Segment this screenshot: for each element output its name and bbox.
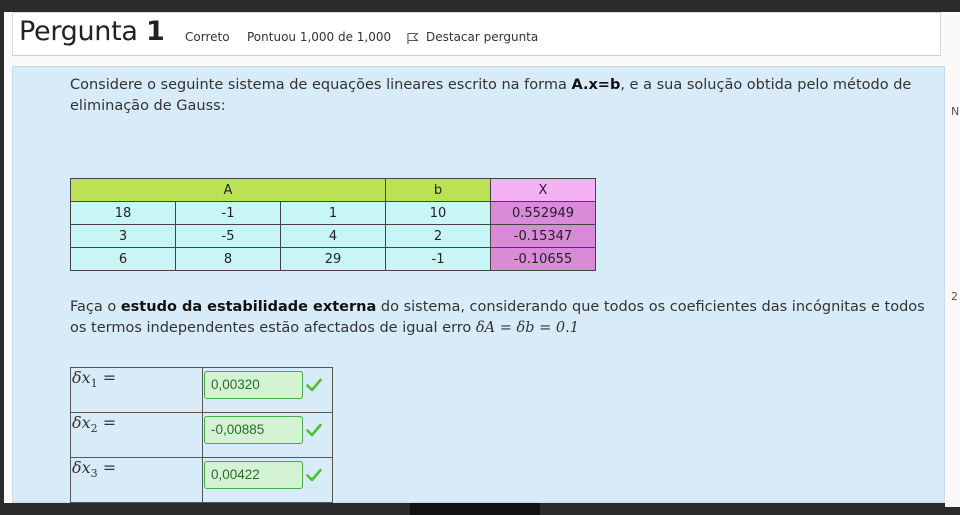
answer-row: δx3 = 0,00422 <box>70 457 333 503</box>
question-info-header: Pergunta 1 Correto Pontuou 1,000 de 1,00… <box>12 12 941 56</box>
system-table: A b X 18 -1 1 10 0.552949 3 -5 4 2 -0.15… <box>70 178 596 271</box>
answer-cell: 0,00320 <box>202 367 333 413</box>
a-cell: -5 <box>175 224 281 248</box>
answer-row: δx1 = 0,00320 <box>70 367 333 413</box>
a-cell: 3 <box>70 224 176 248</box>
intro-bold: A.x=b <box>571 77 621 93</box>
question-label: Pergunta <box>19 16 138 47</box>
table-row: 18 -1 1 10 0.552949 <box>70 201 596 225</box>
question-grade: Pontuou 1,000 de 1,000 <box>247 30 392 44</box>
a-cell: 8 <box>175 247 281 271</box>
table-header-row: A b X <box>70 178 596 202</box>
header-x: X <box>490 178 596 202</box>
question-text: Considere o seguinte sistema de equações… <box>70 75 940 117</box>
a-cell: 4 <box>280 224 386 248</box>
x-cell: -0.15347 <box>490 224 596 248</box>
question-panel: Pergunta 1 Correto Pontuou 1,000 de 1,00… <box>4 12 945 503</box>
b-cell: -1 <box>385 247 491 271</box>
answer-label: δx1 = <box>70 367 203 413</box>
flag-icon[interactable] <box>407 32 419 45</box>
background-bar <box>410 503 540 515</box>
background-window-edge: N 2 <box>945 12 960 507</box>
answer-table: δx1 = 0,00320 δx2 = -0,00885 δx3 = 0,004… <box>70 367 333 503</box>
b-cell: 10 <box>385 201 491 225</box>
answer-input[interactable]: 0,00422 <box>204 461 303 489</box>
answer-input[interactable]: -0,00885 <box>204 416 303 444</box>
instruction-start: Faça o <box>70 299 121 315</box>
question-title: Pergunta 1 <box>19 16 165 47</box>
header-a: A <box>70 178 386 202</box>
table-row: 3 -5 4 2 -0.15347 <box>70 224 596 248</box>
answer-input[interactable]: 0,00320 <box>204 371 303 399</box>
answer-cell: 0,00422 <box>202 457 333 503</box>
b-cell: 2 <box>385 224 491 248</box>
answer-row: δx2 = -0,00885 <box>70 412 333 458</box>
question-number: 1 <box>145 16 165 47</box>
a-cell: 18 <box>70 201 176 225</box>
correct-check-icon <box>306 423 322 437</box>
question-content: Considere o seguinte sistema de equações… <box>12 66 945 503</box>
answer-cell: -0,00885 <box>202 412 333 458</box>
header-b: b <box>385 178 491 202</box>
x-cell: -0.10655 <box>490 247 596 271</box>
background-text-fragment: 2 <box>951 290 958 303</box>
flag-question-link[interactable]: Destacar pergunta <box>426 30 538 44</box>
question-state: Correto <box>185 30 230 44</box>
instruction-text: Faça o estudo da estabilidade externa do… <box>70 297 940 339</box>
answer-label: δx2 = <box>70 412 203 458</box>
correct-check-icon <box>306 468 322 482</box>
x-cell: 0.552949 <box>490 201 596 225</box>
table-row: 6 8 29 -1 -0.10655 <box>70 247 596 271</box>
error-formula: δA = δb = 0.1 <box>475 320 579 336</box>
a-cell: 1 <box>280 201 386 225</box>
correct-check-icon <box>306 378 322 392</box>
instruction-bold: estudo da estabilidade externa <box>120 299 377 315</box>
answer-label: δx3 = <box>70 457 203 503</box>
background-text-fragment: N <box>951 105 960 118</box>
a-cell: -1 <box>175 201 281 225</box>
a-cell: 6 <box>70 247 176 271</box>
a-cell: 29 <box>280 247 386 271</box>
intro-text: Considere o seguinte sistema de equações… <box>70 77 572 93</box>
